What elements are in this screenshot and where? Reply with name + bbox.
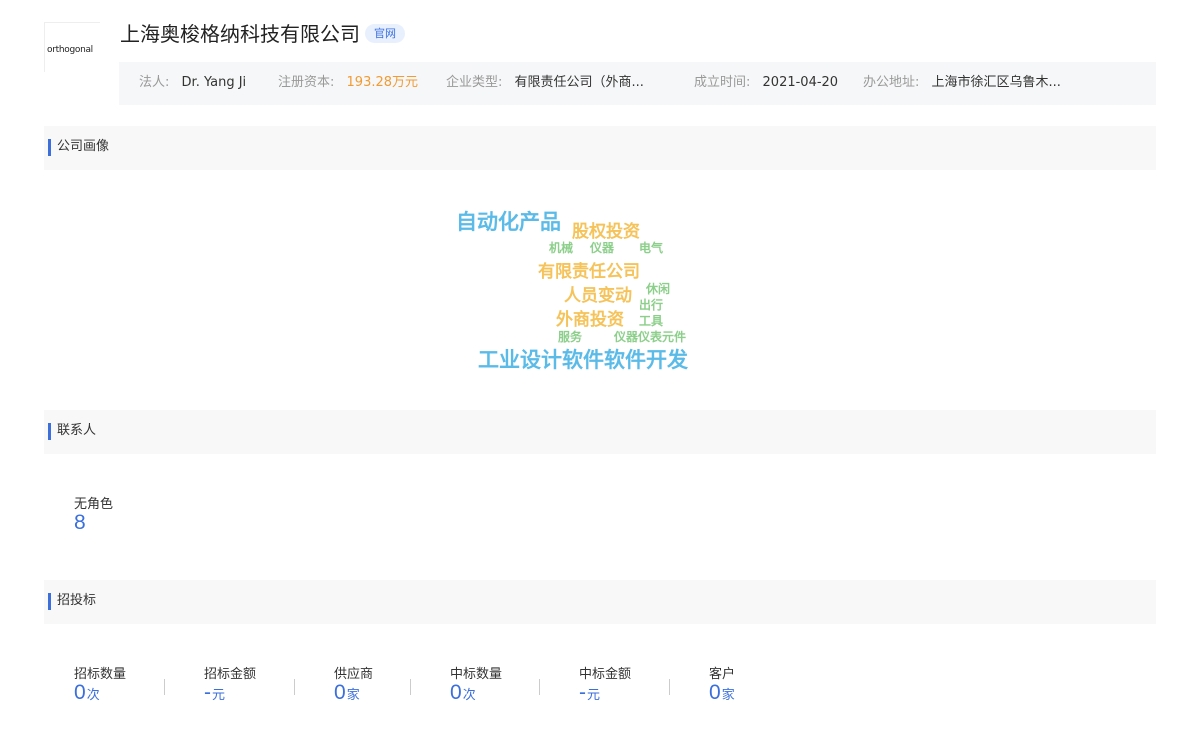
address-value[interactable]: 上海市徐汇区乌鲁木...: [932, 75, 1061, 90]
official-site-tag[interactable]: 官网: [365, 24, 405, 43]
company-type-value: 有限责任公司（外商...: [514, 75, 644, 90]
cloud-word: 自动化产品: [456, 210, 561, 234]
win-amount-label: 中标金额: [579, 667, 632, 682]
stat-number: 0: [74, 681, 86, 704]
section-accent-bar: [48, 139, 51, 156]
company-name: 上海奥梭格纳科技有限公司: [120, 22, 360, 46]
stat-divider: [669, 679, 670, 695]
bid-count-label: 招标数量: [74, 667, 127, 682]
bid-amount-label: 招标金额: [204, 667, 257, 682]
stat-number: 0: [334, 681, 346, 704]
cloud-word: 工具: [639, 314, 664, 328]
section-title: 招投标: [57, 593, 97, 608]
legal-rep-label: 法人:: [139, 75, 170, 90]
cloud-word: 出行: [639, 298, 664, 312]
no-role-count[interactable]: 8: [74, 511, 86, 535]
customer-label: 客户: [709, 667, 736, 682]
section-title: 联系人: [57, 423, 97, 438]
company-info-bar: 法人: Dr. Yang Ji 注册资本: 193.28万元 企业类型: 有限责…: [119, 62, 1156, 105]
cloud-word: 电气: [639, 241, 664, 255]
cloud-word: 休闲: [646, 282, 671, 296]
cloud-word: 仪器: [590, 241, 615, 255]
cloud-word: 仪器仪表元件: [614, 330, 687, 344]
cloud-word: 服务: [558, 330, 583, 344]
section-accent-bar: [48, 423, 51, 440]
stat-unit: 次: [462, 688, 476, 703]
stat-divider: [410, 679, 411, 695]
no-role-label: 无角色: [74, 497, 114, 512]
company-logo: orthogonal: [44, 22, 100, 72]
stat-unit: 元: [587, 688, 601, 703]
stat-unit: 家: [346, 688, 360, 703]
bid-count-value[interactable]: 0次: [74, 681, 100, 705]
stat-divider: [164, 679, 165, 695]
section-accent-bar: [48, 593, 51, 610]
stat-unit: 次: [86, 688, 100, 703]
founded-item: 成立时间: 2021-04-20: [694, 62, 838, 103]
win-count-value[interactable]: 0次: [450, 681, 476, 705]
stat-unit: 家: [721, 688, 735, 703]
logo-text: orthogonal: [47, 45, 93, 55]
supplier-value[interactable]: 0家: [334, 681, 360, 705]
section-company-profile: 公司画像: [44, 126, 1156, 170]
company-type-item: 企业类型: 有限责任公司（外商...: [446, 62, 644, 103]
cloud-word: 工业设计软件软件开发: [478, 348, 688, 372]
section-contacts: 联系人: [44, 410, 1156, 454]
capital-item: 注册资本: 193.28万元: [278, 62, 418, 103]
win-count-label: 中标数量: [450, 667, 503, 682]
company-type-label: 企业类型:: [446, 75, 503, 90]
stat-divider: [294, 679, 295, 695]
cloud-word: 人员变动: [564, 286, 632, 306]
company-word-cloud: 自动化产品 股权投资 机械 仪器 电气 有限责任公司 人员变动 休闲 出行 外商…: [0, 0, 1200, 752]
supplier-label: 供应商: [334, 667, 374, 682]
legal-rep-item: 法人: Dr. Yang Ji: [139, 62, 246, 103]
customer-value[interactable]: 0家: [709, 681, 735, 705]
stat-number: 0: [450, 681, 462, 704]
stat-number: -: [204, 681, 211, 704]
section-bidding: 招投标: [44, 580, 1156, 624]
cloud-word: 有限责任公司: [538, 262, 640, 282]
stat-unit: 元: [212, 688, 226, 703]
stat-number: 0: [709, 681, 721, 704]
legal-rep-value[interactable]: Dr. Yang Ji: [182, 75, 247, 90]
bid-amount-value[interactable]: -元: [204, 681, 225, 705]
founded-label: 成立时间:: [694, 75, 751, 90]
address-label: 办公地址:: [863, 75, 920, 90]
stat-number: -: [579, 681, 586, 704]
capital-label: 注册资本:: [278, 75, 335, 90]
win-amount-value[interactable]: -元: [579, 681, 600, 705]
address-item: 办公地址: 上海市徐汇区乌鲁木...: [863, 62, 1061, 103]
founded-value: 2021-04-20: [762, 75, 839, 90]
cloud-word: 外商投资: [556, 310, 624, 330]
capital-value: 193.28万元: [346, 75, 419, 90]
section-title: 公司画像: [57, 139, 110, 154]
stat-divider: [539, 679, 540, 695]
cloud-word: 机械: [549, 241, 574, 255]
